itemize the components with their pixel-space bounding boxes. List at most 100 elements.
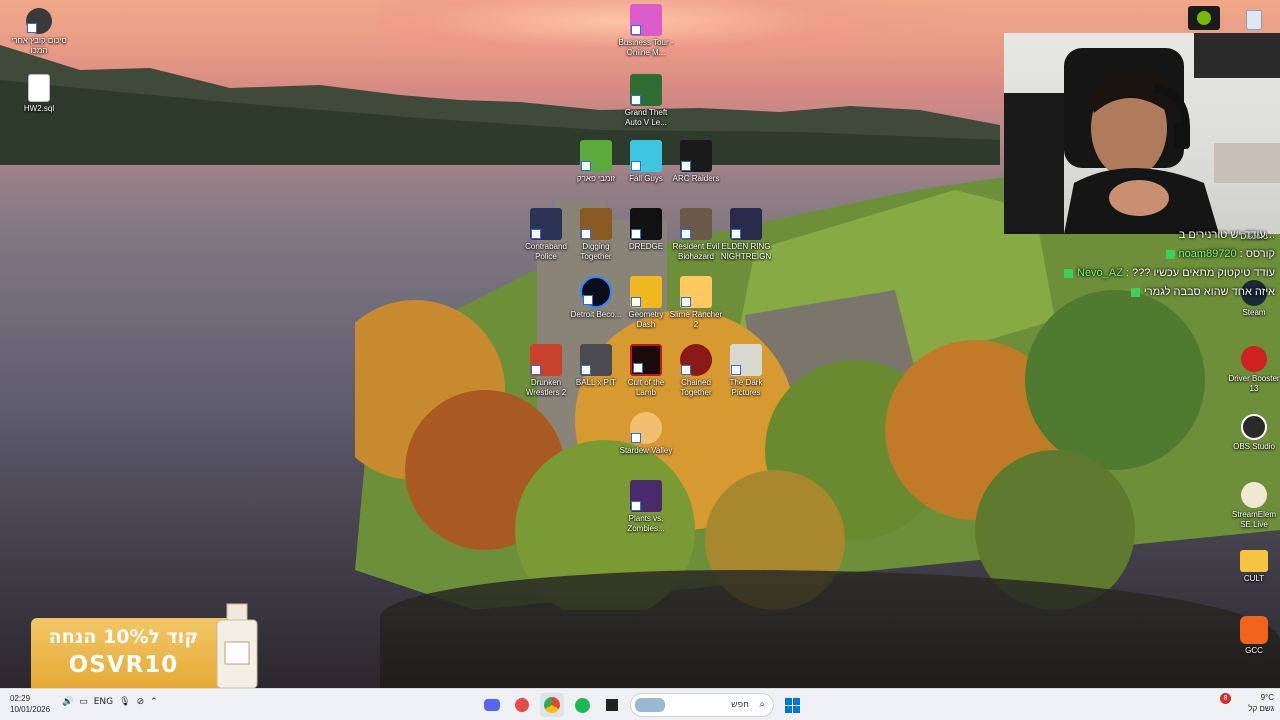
resident-evil-icon bbox=[680, 208, 712, 240]
desktop-icon-obs[interactable]: OBS Studio bbox=[1226, 414, 1280, 452]
cult-lamb-icon bbox=[630, 344, 662, 376]
notification-badge: 8 bbox=[1220, 693, 1231, 704]
nvidia-icon[interactable] bbox=[1188, 6, 1220, 30]
desktop-icon-arc-raiders[interactable]: ARC Raiders bbox=[668, 140, 724, 184]
desktop-icon-digging[interactable]: Digging Together bbox=[568, 208, 624, 262]
taskbar-terminal-button[interactable] bbox=[600, 693, 624, 717]
taskbar-chrome-button[interactable] bbox=[540, 693, 564, 717]
network-icon[interactable]: ⊘ bbox=[137, 697, 145, 707]
desktop-icon-label: OBS Studio bbox=[1233, 442, 1275, 451]
desktop-icon-driver-booster[interactable]: Driver Booster 13 bbox=[1226, 346, 1280, 394]
desktop-icon-label: Resident Evil Biohazard bbox=[672, 242, 720, 261]
stream-chat-overlay: עודד יש טורנירים ב... noam89720 : קורסס … bbox=[1020, 226, 1275, 302]
language-indicator[interactable]: ENG bbox=[94, 697, 113, 707]
desktop-icon-label: Cult of the Lamb bbox=[627, 378, 665, 397]
desktop-icon-label: סיכום קובץ אחר‏י המכו bbox=[11, 36, 67, 55]
arc-raiders-icon bbox=[680, 140, 712, 172]
desktop-icon-label: זומבי פארק bbox=[576, 174, 616, 183]
desktop-icon-geometry-dash[interactable]: Geometry Dash bbox=[618, 276, 674, 330]
microphone-icon[interactable]: 🎙 bbox=[119, 697, 130, 707]
dredge-icon bbox=[630, 208, 662, 240]
desktop-icon-label: Detroit Beco... bbox=[570, 310, 622, 319]
chat-message: Nevo_AZ : ??? עודד טיקטוק מתאים עכשיו bbox=[1020, 264, 1275, 283]
desktop-icon-stardew[interactable]: Stardew Valley bbox=[618, 412, 674, 456]
desktop-icon-cult-lamb[interactable]: Cult of the Lamb bbox=[618, 344, 674, 398]
desktop-icon-label: Grand Theft Auto V Le... bbox=[624, 108, 668, 127]
clock[interactable]: 02:29 10/01/2026 bbox=[10, 693, 50, 715]
desktop-icon-label: DREDGE bbox=[628, 242, 664, 251]
contraband-icon bbox=[530, 208, 562, 240]
desktop-icon-label: The Dark Pictures bbox=[729, 378, 763, 397]
desktop-icon-gcc[interactable]: GCC bbox=[1226, 616, 1280, 656]
slime-rancher-icon bbox=[680, 276, 712, 308]
desktop-icon-slime-rancher[interactable]: Slime Rancher 2 bbox=[668, 276, 724, 330]
terminal-icon bbox=[606, 699, 618, 711]
fall-guys-icon bbox=[630, 140, 662, 172]
desktop-icon-label: Fall Guys bbox=[629, 174, 663, 183]
desktop-icon-gta[interactable]: Grand Theft Auto V Le... bbox=[618, 74, 674, 128]
recycle-bin-icon[interactable] bbox=[1242, 4, 1266, 32]
search-icon: ⌕ bbox=[759, 699, 765, 710]
gcc-icon bbox=[1240, 616, 1268, 644]
chat-username: Nevo_AZ bbox=[1077, 267, 1123, 279]
desktop-icon-label: Contraband Police bbox=[525, 242, 567, 261]
desktop-icon-zombie[interactable]: זומבי פארק bbox=[568, 140, 624, 184]
digging-icon bbox=[580, 208, 612, 240]
desktop-icon-contraband[interactable]: Contraband Police bbox=[518, 208, 574, 262]
desktop-icon-label: Slime Rancher 2 bbox=[669, 310, 723, 329]
promo-banner: קוד ל10% הנחה OSVR10 bbox=[31, 618, 241, 688]
taskbar-spotify-button[interactable] bbox=[570, 693, 594, 717]
chat-text: עודד יש טורנירים ב... bbox=[1178, 229, 1275, 241]
search-box[interactable]: חפש ⌕ bbox=[630, 693, 774, 717]
wallpaper-mountains bbox=[0, 45, 1000, 165]
desktop-icon-elden-ring[interactable]: ELDEN RING NIGHTREIGN bbox=[718, 208, 774, 262]
desktop-icon-label: Chained Together bbox=[680, 378, 712, 397]
taskbar-app-button[interactable] bbox=[510, 693, 534, 717]
perfume-bottle-icon bbox=[216, 603, 258, 689]
desktop-icon-fall-guys[interactable]: Fall Guys bbox=[618, 140, 674, 184]
desktop-icon-detroit[interactable]: Detroit Beco... bbox=[568, 276, 624, 320]
elden-ring-icon bbox=[730, 208, 762, 240]
stardew-icon bbox=[630, 412, 662, 444]
promo-code: OSVR10 bbox=[68, 652, 179, 678]
desktop-icon-label: Geometry Dash bbox=[628, 310, 664, 329]
chat-message: עודד יש טורנירים ב... bbox=[1020, 226, 1275, 245]
desktop-icon-resident-evil[interactable]: Resident Evil Biohazard bbox=[668, 208, 724, 262]
taskbar-discord-button[interactable] bbox=[480, 693, 504, 717]
chat-text: איזה אחד שהוא סבבה לגמרי bbox=[1143, 286, 1275, 298]
chat-username: noam89720 bbox=[1178, 248, 1237, 260]
dark-pictures-icon bbox=[730, 344, 762, 376]
desktop-icon-label: Digging Together bbox=[580, 242, 612, 261]
desktop-icon-chained[interactable]: Chained Together bbox=[668, 344, 724, 398]
desktop-icon-label: Business Tour - Online M... bbox=[618, 38, 674, 57]
desktop-icon-streamelements[interactable]: StreamElem SE.Live bbox=[1226, 482, 1280, 530]
chat-text: ??? עודד טיקטוק מתאים עכשיו bbox=[1132, 267, 1275, 279]
pvz-icon bbox=[630, 480, 662, 512]
webcam-feed bbox=[1004, 33, 1280, 234]
driver-booster-icon bbox=[1241, 346, 1267, 372]
volume-icon[interactable]: 🔊 bbox=[62, 697, 73, 707]
desktop-icon-label: Plants vs. Zombies... bbox=[627, 514, 665, 533]
desktop-icon-cult-folder[interactable]: CULT bbox=[1226, 550, 1280, 584]
desktop-icon-drunken-wrestlers[interactable]: Drunken Wrestlers 2 bbox=[518, 344, 574, 398]
start-button[interactable] bbox=[780, 693, 804, 717]
desktop-icon-business-tour[interactable]: Business Tour - Online M... bbox=[618, 4, 674, 58]
desktop-icon-ball-pit[interactable]: BALL x PIT bbox=[568, 344, 624, 388]
desktop-icon-dredge[interactable]: DREDGE bbox=[618, 208, 674, 252]
chevron-up-icon[interactable]: ⌃ bbox=[150, 697, 158, 707]
gta-icon bbox=[630, 74, 662, 106]
desktop-icon-dark-pictures[interactable]: The Dark Pictures bbox=[718, 344, 774, 398]
desktop-icon-hw2[interactable]: HW2.sql bbox=[11, 74, 67, 114]
clock-date: 10/01/2026 bbox=[10, 705, 51, 714]
chat-badge-icon bbox=[1165, 249, 1175, 259]
weather-widget[interactable]: 8 9°C גשם קל bbox=[1214, 692, 1274, 714]
desktop-icon-label: Driver Booster 13 bbox=[1228, 374, 1280, 393]
display-icon[interactable]: ▭ bbox=[79, 697, 88, 707]
desktop-icon-app[interactable]: סיכום קובץ אחר‏י המכו bbox=[11, 8, 67, 56]
search-thumbnail bbox=[635, 698, 665, 712]
system-tray: 🔊 ▭ ENG 🎙 ⊘ ⌃ bbox=[62, 697, 158, 707]
search-placeholder: חפש bbox=[731, 700, 749, 710]
desktop-icon-pvz[interactable]: Plants vs. Zombies... bbox=[618, 480, 674, 534]
ball-pit-icon bbox=[580, 344, 612, 376]
desktop-icon-label: Drunken Wrestlers 2 bbox=[525, 378, 567, 397]
